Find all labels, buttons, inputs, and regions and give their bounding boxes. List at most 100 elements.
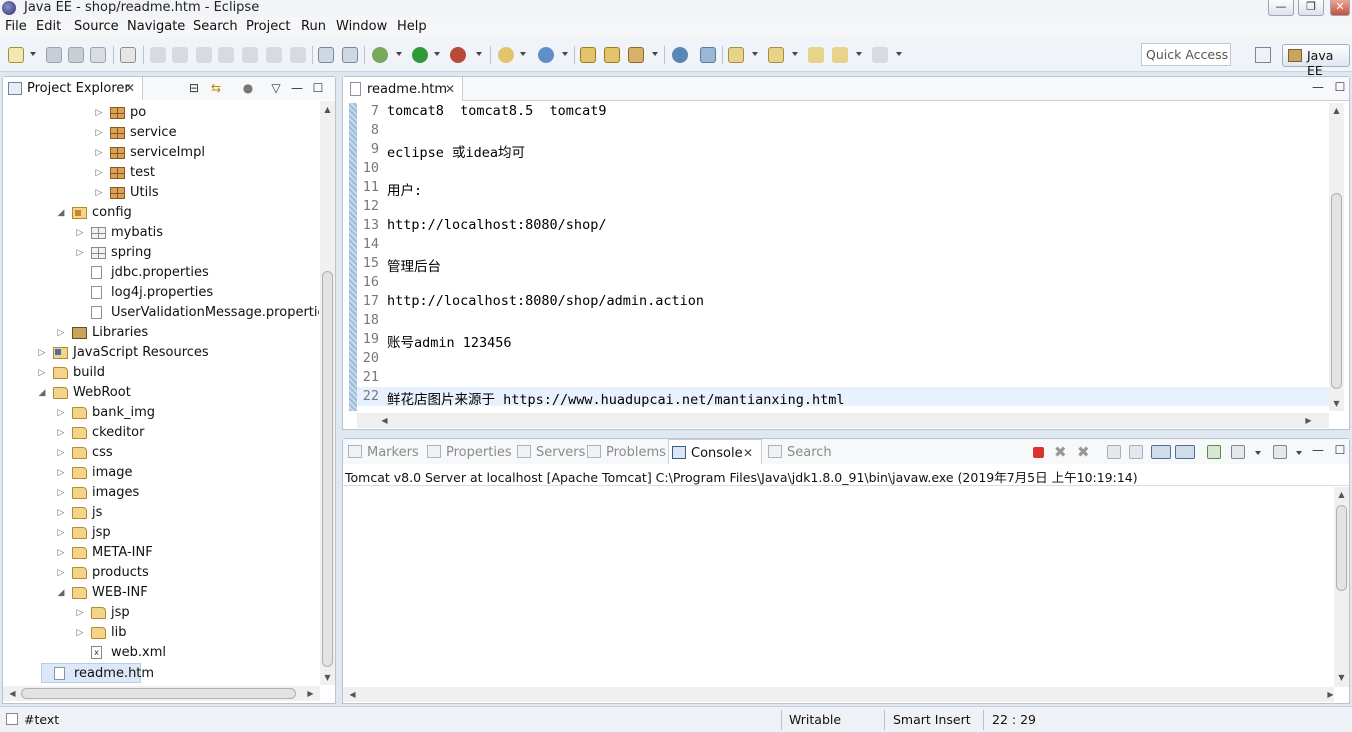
last-edit-location-icon[interactable] <box>808 47 824 63</box>
previous-annotation-icon[interactable] <box>768 47 784 63</box>
scroll-right-icon[interactable]: ▶ <box>303 689 318 698</box>
run-external-tools-icon[interactable] <box>450 47 466 63</box>
expand-arrow-icon[interactable]: ▷ <box>94 123 104 143</box>
forward-dropdown-icon[interactable] <box>896 52 902 56</box>
code-line[interactable]: 管理后台 <box>387 255 441 275</box>
disconnect-icon[interactable] <box>218 47 234 63</box>
expand-arrow-icon[interactable]: ▷ <box>94 143 104 163</box>
search-icon[interactable] <box>628 47 644 63</box>
maximize-button[interactable]: ❐ <box>1298 0 1324 16</box>
code-line[interactable]: 用户: <box>387 179 422 199</box>
new-project-dropdown-icon[interactable] <box>520 52 526 56</box>
expand-arrow-icon[interactable]: ▷ <box>56 543 66 563</box>
minimize-editor-icon[interactable]: — <box>1311 80 1325 94</box>
expand-arrow-icon[interactable]: ▷ <box>94 103 104 123</box>
expand-arrow-icon[interactable]: ▷ <box>56 443 66 463</box>
link-with-editor-icon[interactable]: ⇆ <box>209 81 223 95</box>
expand-arrow-icon[interactable]: ▷ <box>56 403 66 423</box>
new-class-dropdown-icon[interactable] <box>562 52 568 56</box>
show-on-stderr-icon[interactable] <box>1175 445 1195 459</box>
collapse-arrow-icon[interactable]: ◢ <box>56 583 66 603</box>
quick-access-input[interactable]: Quick Access <box>1141 43 1231 66</box>
close-window-button[interactable]: ✕ <box>1330 0 1350 16</box>
tab-console[interactable]: Console ✕ <box>668 439 762 464</box>
expand-arrow-icon[interactable]: ▷ <box>56 503 66 523</box>
forward-icon[interactable] <box>872 47 888 63</box>
code-line[interactable]: tomcat8 tomcat8.5 tomcat9 <box>387 103 606 119</box>
menu-help[interactable]: Help <box>397 19 427 34</box>
toggle-mark-icon[interactable] <box>318 47 334 63</box>
scroll-right-icon[interactable]: ▶ <box>1323 690 1338 699</box>
step-return-icon[interactable] <box>290 47 306 63</box>
back-dropdown-icon[interactable] <box>856 52 862 56</box>
scroll-lock-icon[interactable] <box>1129 445 1143 459</box>
word-wrap-icon[interactable] <box>342 47 358 63</box>
terminate-icon[interactable] <box>196 47 212 63</box>
back-icon[interactable] <box>832 47 848 63</box>
save-icon[interactable] <box>46 47 62 63</box>
console-horizontal-scrollbar[interactable]: ◀ ▶ <box>343 687 1334 702</box>
scroll-left-icon[interactable]: ◀ <box>377 416 392 425</box>
open-console-dropdown-icon[interactable] <box>1296 451 1302 455</box>
clear-console-icon[interactable] <box>1107 445 1121 459</box>
debug-dropdown-icon[interactable] <box>396 52 402 56</box>
explorer-vertical-scrollbar[interactable]: ▲ ▼ <box>320 101 335 685</box>
code-line[interactable]: eclipse 或idea均可 <box>387 141 525 161</box>
expand-arrow-icon[interactable]: ▷ <box>94 163 104 183</box>
expand-arrow-icon[interactable]: ▷ <box>75 223 85 243</box>
terminate-stop-icon[interactable] <box>1033 447 1044 458</box>
tab-markers[interactable]: Markers <box>345 439 419 464</box>
code-line[interactable]: http://localhost:8080/shop/ <box>387 217 606 233</box>
remove-all-terminated-icon[interactable]: ✖ <box>1077 445 1091 460</box>
code-text-area[interactable]: 7 tomcat8 tomcat8.5 tomcat9 8 9 eclipse 或ide… <box>357 101 1329 411</box>
scroll-up-icon[interactable]: ▲ <box>320 105 335 114</box>
console-output[interactable] <box>343 485 1349 690</box>
new-java-project-icon[interactable] <box>498 47 514 63</box>
maximize-view-icon[interactable]: ☐ <box>1333 443 1347 457</box>
menu-run[interactable]: Run <box>301 19 326 34</box>
expand-arrow-icon[interactable]: ▷ <box>56 483 66 503</box>
expand-arrow-icon[interactable]: ▷ <box>56 563 66 583</box>
menu-project[interactable]: Project <box>246 19 290 34</box>
save-all-icon[interactable] <box>68 47 84 63</box>
expand-arrow-icon[interactable]: ▷ <box>56 463 66 483</box>
collapse-arrow-icon[interactable]: ◢ <box>37 383 47 403</box>
tab-search[interactable]: Search <box>765 439 832 464</box>
suspend-icon[interactable] <box>172 47 188 63</box>
editor-horizontal-scrollbar[interactable]: ◀ ▶ <box>357 413 1329 428</box>
minimize-view-icon[interactable]: — <box>290 81 304 95</box>
maximize-editor-icon[interactable]: ☐ <box>1333 80 1347 94</box>
run-icon[interactable] <box>412 47 428 63</box>
expand-arrow-icon[interactable]: ▷ <box>75 603 85 623</box>
expand-arrow-icon[interactable]: ▷ <box>37 343 47 363</box>
close-tab-icon[interactable]: ✕ <box>125 81 135 95</box>
print-icon[interactable] <box>90 47 106 63</box>
step-over-icon[interactable] <box>266 47 282 63</box>
scrollbar-thumb[interactable] <box>1331 193 1342 389</box>
expand-arrow-icon[interactable]: ▷ <box>56 423 66 443</box>
new-class-icon[interactable] <box>538 47 554 63</box>
code-line[interactable]: http://localhost:8080/shop/admin.action <box>387 293 704 309</box>
new-icon[interactable] <box>8 47 24 63</box>
menu-window[interactable]: Window <box>336 19 387 34</box>
explorer-horizontal-scrollbar[interactable]: ◀ ▶ <box>3 686 320 701</box>
menu-file[interactable]: File <box>5 19 27 34</box>
external-tools-dropdown-icon[interactable] <box>476 52 482 56</box>
tab-project-explorer[interactable]: Project Explorer ✕ <box>3 77 143 100</box>
open-web-browser-icon[interactable] <box>672 47 688 63</box>
code-line[interactable]: 鲜花店图片来源于 https://www.huadupcai.net/manti… <box>387 388 845 408</box>
run-dropdown-icon[interactable] <box>434 52 440 56</box>
scroll-down-icon[interactable]: ▼ <box>320 673 335 682</box>
expand-arrow-icon[interactable]: ▷ <box>37 363 47 383</box>
menu-search[interactable]: Search <box>193 19 238 34</box>
scroll-up-icon[interactable]: ▲ <box>1329 106 1344 115</box>
scrollbar-thumb[interactable] <box>1336 505 1347 591</box>
minimize-view-icon[interactable]: — <box>1311 443 1325 457</box>
scroll-right-icon[interactable]: ▶ <box>1301 416 1316 425</box>
expand-arrow-icon[interactable]: ▷ <box>75 243 85 263</box>
step-into-icon[interactable] <box>242 47 258 63</box>
display-console-dropdown-icon[interactable] <box>1255 451 1261 455</box>
expand-arrow-icon[interactable]: ▷ <box>56 323 66 343</box>
tab-readme-htm[interactable]: readme.htm ✕ <box>343 77 463 101</box>
next-annotation-icon[interactable] <box>728 47 744 63</box>
